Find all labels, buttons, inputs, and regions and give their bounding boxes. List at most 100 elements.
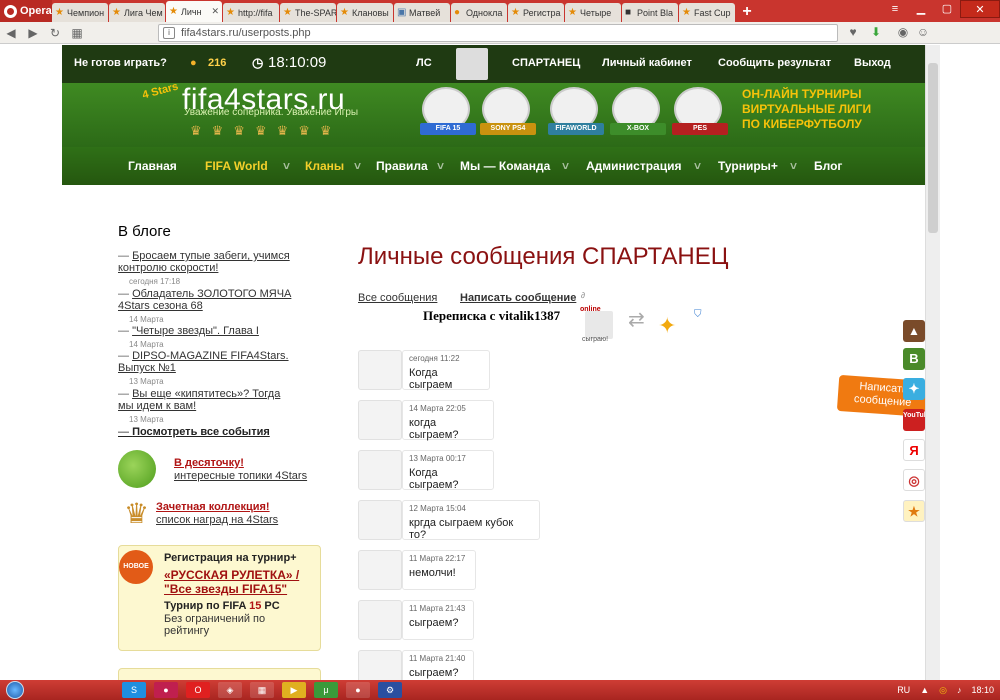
nav-fifa-world[interactable]: FIFA World [205,159,268,173]
platform-fifaworld[interactable]: FIFAWORLD [548,87,604,135]
browser-tab[interactable]: ★ Четыре [565,3,621,22]
message-avatar[interactable] [358,650,402,680]
lifebuoy-icon[interactable]: ◎ [903,469,925,491]
twitter-icon[interactable]: ✦ [903,378,925,400]
browser-tab[interactable]: ▣ Матвей [394,3,450,22]
system-tray: RU ▲ ◎ ♪ 18:10 [897,680,994,700]
account-icon[interactable]: ☺ [915,25,931,41]
page-scrollbar[interactable] [925,45,940,680]
app-taskbar-icon[interactable]: ● [154,682,178,698]
message-bubble: сегодня 11:22 Когда сыграем [402,350,490,391]
tournament-reg-label: Регистрация на турнир+ [164,552,297,564]
game-taskbar-icon[interactable]: ● [346,682,370,698]
tournament-box-2[interactable] [118,668,321,680]
close-window-icon[interactable]: ✕ [960,0,1000,18]
close-tab-icon[interactable]: ✕ [211,6,219,17]
write-message-tab[interactable]: Написать сообщение [460,292,576,304]
nav-clans[interactable]: Кланы [305,159,344,173]
report-result-link[interactable]: Сообщить результат [718,57,831,69]
browser-tab[interactable]: ★ Fast Cup [679,3,735,22]
windows-logo-icon [6,681,24,699]
nav-rules[interactable]: Правила [376,159,428,173]
clock-time-taskbar[interactable]: 18:10 [971,685,994,695]
browser-tab[interactable]: ★ The-SPAR [280,3,336,22]
turbo-icon[interactable]: ◉ [895,25,911,41]
username-link[interactable]: СПАРТАНЕЦ [512,57,580,69]
start-button[interactable] [0,680,30,700]
message-avatar[interactable] [358,400,402,440]
nav-tournaments[interactable]: Турниры+ [718,159,778,173]
maximize-icon[interactable]: ▢ [934,0,960,18]
platform-fifa15[interactable]: FIFA 15 [420,87,476,135]
url-field[interactable]: i fifa4stars.ru/userposts.php [158,24,838,42]
browser-tab[interactable]: ★ Регистра [508,3,564,22]
all-events-link[interactable]: — Посмотреть все события [118,426,270,438]
platform-ps4[interactable]: SONY PS4 [480,87,536,135]
browser-tab[interactable]: ★ Лига Чем [109,3,165,22]
top10-promo[interactable]: В десяточку! интересные топики 4Stars [118,450,308,490]
military-hat-icon[interactable]: ▲ [903,320,925,342]
utorrent-taskbar-icon[interactable]: μ [314,682,338,698]
logout-link[interactable]: Выход [854,57,891,69]
forward-arrow-icon[interactable]: ▶ [22,26,44,40]
network-taskbar-icon[interactable]: ⚙ [378,682,402,698]
browser-tab[interactable]: ★ Клановы [337,3,393,22]
star-icon[interactable]: ★ [903,500,925,522]
site-info-icon[interactable]: i [163,27,175,39]
browser-tab[interactable]: ● Однокла [451,3,507,22]
heart-icon[interactable]: ♥ [845,25,861,41]
platform-pes[interactable]: PES [672,87,728,135]
speed-dial-icon[interactable]: ▦ [66,26,88,40]
message-bubble: 13 Марта 00:17 Когда сыграем? [402,450,494,491]
youtube-icon[interactable]: YouTube [903,409,925,431]
skype-taskbar-icon[interactable]: S [122,682,146,698]
back-arrow-icon[interactable]: ◀ [0,26,22,40]
tab-menu-icon[interactable]: ≡ [882,0,908,18]
not-ready-link[interactable]: Не готов играть? [74,57,167,69]
platform-xbox[interactable]: X-BOX [610,87,666,135]
nav-home[interactable]: Главная [128,159,177,173]
blog-post-item[interactable]: — Обладатель ЗОЛОТОГО МЯЧА 4Stars сезона… [118,288,293,326]
message-avatar[interactable] [358,500,402,540]
nav-blog[interactable]: Блог [814,159,842,173]
tray-arrow-icon[interactable]: ▲ [920,685,929,695]
media-taskbar-icon[interactable]: ◈ [218,682,242,698]
opera-menu-button[interactable]: Opera [0,0,52,22]
message-avatar[interactable] [358,600,402,640]
player-taskbar-icon[interactable]: ▶ [282,682,306,698]
message-avatar[interactable] [358,350,402,390]
vk-icon[interactable]: В [903,348,925,370]
browser-tab[interactable]: ■ Point Bla [622,3,678,22]
private-messages-link[interactable]: ЛС [416,57,432,69]
reload-icon[interactable]: ↻ [44,26,66,40]
nav-team[interactable]: Мы — Команда [460,159,550,173]
message-avatar[interactable] [358,550,402,590]
new-tab-button[interactable]: + [736,2,758,22]
scrollbar-thumb[interactable] [928,63,938,233]
message-avatar[interactable] [358,450,402,490]
browser-tab[interactable]: ★ Чемпион [52,3,108,22]
blog-post-item[interactable]: — Вы еще «кипятитесь»? Тогда мы идем к в… [118,388,293,426]
clan-logo-icon[interactable]: ✦ [658,313,676,339]
tournament-name-link[interactable]: «РУССКАЯ РУЛЕТКА» / "Все звезды FIFA15" [164,568,316,596]
browser-tab-active[interactable]: ★ Личн ✕ [166,1,222,22]
yandex-icon[interactable]: Я [903,439,925,461]
user-avatar[interactable] [456,48,488,80]
blog-post-item[interactable]: — Бросаем тупые забеги, учимся контролю … [118,250,293,288]
all-messages-tab[interactable]: Все сообщения [358,292,437,304]
volume-icon[interactable]: ♪ [957,685,962,695]
language-indicator[interactable]: RU [897,685,910,695]
window-taskbar-icon[interactable]: ▦ [250,682,274,698]
nav-admin[interactable]: Администрация [586,159,681,173]
tray-app-icon[interactable]: ◎ [939,685,947,696]
cabinet-link[interactable]: Личный кабинет [602,57,692,69]
minimize-icon[interactable]: ▁ [908,0,934,18]
opera-taskbar-icon[interactable]: O [186,682,210,698]
browser-tab[interactable]: ★ http://fifa [223,3,279,22]
blog-post-item[interactable]: — DIPSO-MAGAZINE FIFA4Stars. Выпуск №1 13… [118,350,293,388]
partner-avatar[interactable] [585,311,613,339]
collection-promo[interactable]: ♛ Зачетная коллекция! список наград на 4… [118,497,308,537]
download-icon[interactable]: ⬇ [868,25,884,41]
tournament-box[interactable]: НОВОЕ Регистрация на турнир+ «РУССКАЯ РУ… [118,545,321,651]
blog-post-item[interactable]: — "Четыре звезды". Глава I 14 Марта [118,325,293,351]
